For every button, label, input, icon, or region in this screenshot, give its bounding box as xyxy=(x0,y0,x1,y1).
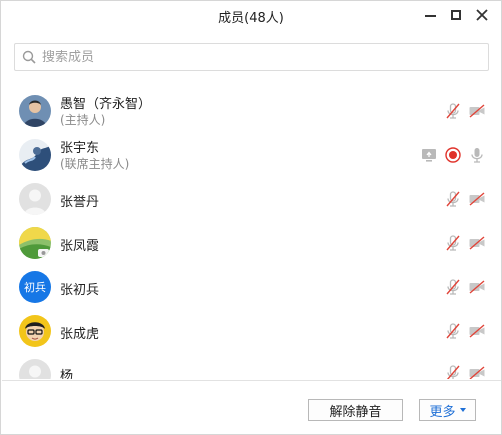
member-name: 张宇东 xyxy=(60,141,100,156)
avatar: 初兵 xyxy=(19,271,51,303)
camera-off-icon[interactable] xyxy=(468,234,486,252)
member-row[interactable]: 张誉丹 xyxy=(2,177,501,221)
more-button[interactable]: 更多 xyxy=(419,399,476,421)
member-row[interactable]: 张凤霞 xyxy=(2,221,501,265)
avatar xyxy=(19,227,51,259)
minimize-icon xyxy=(424,15,436,17)
member-row[interactable]: 初兵 张初兵 xyxy=(2,265,501,309)
close-icon xyxy=(476,9,488,21)
maximize-button[interactable] xyxy=(445,5,467,25)
camera-off-icon[interactable] xyxy=(468,190,486,208)
footer-divider xyxy=(2,380,501,381)
member-name: 杨 xyxy=(60,369,74,379)
chevron-down-icon xyxy=(459,408,466,412)
member-name: 愚智（齐永智） xyxy=(60,97,152,112)
member-role: (主持人) xyxy=(60,113,106,127)
avatar xyxy=(19,183,51,215)
mic-icon[interactable] xyxy=(468,146,486,164)
avatar-initials: 初兵 xyxy=(24,281,46,294)
avatar xyxy=(19,359,51,379)
close-button[interactable] xyxy=(471,5,493,25)
title-bar: 成员(48人) xyxy=(1,1,501,29)
avatar xyxy=(19,95,51,127)
screen-share-icon[interactable] xyxy=(420,146,438,164)
unmute-all-button[interactable]: 解除静音 xyxy=(308,399,403,421)
members-window: 成员(48人) 愚智（齐永智） (主持人) xyxy=(0,0,502,435)
mic-muted-icon[interactable] xyxy=(444,234,462,252)
avatar xyxy=(19,139,51,171)
search-input[interactable] xyxy=(42,49,462,65)
search-box[interactable] xyxy=(14,43,489,71)
recording-icon[interactable] xyxy=(444,146,462,164)
member-name: 张成虎 xyxy=(60,327,100,342)
member-name: 张誉丹 xyxy=(60,195,100,210)
maximize-icon xyxy=(451,10,461,20)
camera-off-icon[interactable] xyxy=(468,364,486,379)
member-role: (联席主持人) xyxy=(60,157,130,171)
avatar xyxy=(19,315,51,347)
search-icon xyxy=(22,50,36,64)
member-name: 张初兵 xyxy=(60,283,100,298)
member-row[interactable]: 杨 xyxy=(2,353,501,379)
camera-off-icon[interactable] xyxy=(468,102,486,120)
mic-muted-icon[interactable] xyxy=(444,322,462,340)
camera-off-icon[interactable] xyxy=(468,278,486,296)
minimize-button[interactable] xyxy=(419,5,441,25)
mic-muted-icon[interactable] xyxy=(444,278,462,296)
member-row[interactable]: 愚智（齐永智） (主持人) xyxy=(2,89,501,133)
mic-muted-icon[interactable] xyxy=(444,102,462,120)
more-label: 更多 xyxy=(429,404,456,420)
member-row[interactable]: 张宇东 (联席主持人) xyxy=(2,133,501,177)
mic-muted-icon[interactable] xyxy=(444,364,462,379)
member-row[interactable]: 张成虎 xyxy=(2,309,501,353)
mic-muted-icon[interactable] xyxy=(444,190,462,208)
camera-off-icon[interactable] xyxy=(468,322,486,340)
member-name: 张凤霞 xyxy=(60,239,100,254)
member-list[interactable]: 愚智（齐永智） (主持人) 张宇东 (联席主持人) 张誉丹 张凤霞 初兵 张初兵… xyxy=(2,81,501,379)
